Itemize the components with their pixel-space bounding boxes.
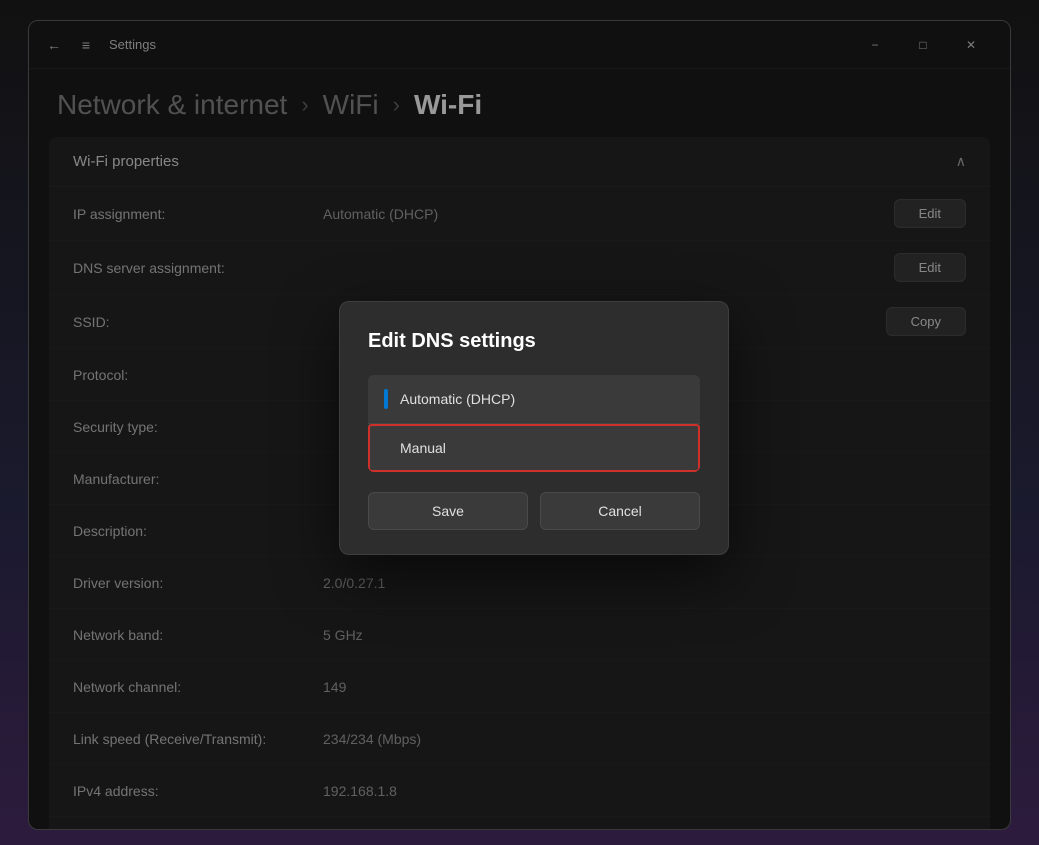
settings-window: ← ≡ Settings − □ ✕ Network & internet › …: [28, 20, 1011, 830]
dialog-title: Edit DNS settings: [368, 330, 700, 353]
edit-dns-dialog: Edit DNS settings Automatic (DHCP) Manua…: [339, 301, 729, 555]
option-indicator-automatic: [384, 389, 388, 409]
dialog-options-list: Automatic (DHCP) Manual: [368, 375, 700, 472]
dialog-buttons: Save Cancel: [368, 492, 700, 530]
option-automatic-dhcp[interactable]: Automatic (DHCP): [368, 375, 700, 424]
option-manual-label: Manual: [400, 440, 446, 456]
modal-backdrop: Edit DNS settings Automatic (DHCP) Manua…: [29, 21, 1010, 829]
ipv4-dns-value: 8.8.8.8 (Unencrypted) 8.8.4.4 (Unencrypt…: [323, 829, 966, 830]
option-manual[interactable]: Manual: [368, 424, 700, 472]
dialog-save-button[interactable]: Save: [368, 492, 528, 530]
ipv4-dns-primary: 8.8.8.8 (Unencrypted): [323, 829, 966, 830]
option-automatic-label: Automatic (DHCP): [400, 391, 515, 407]
dialog-cancel-button[interactable]: Cancel: [540, 492, 700, 530]
